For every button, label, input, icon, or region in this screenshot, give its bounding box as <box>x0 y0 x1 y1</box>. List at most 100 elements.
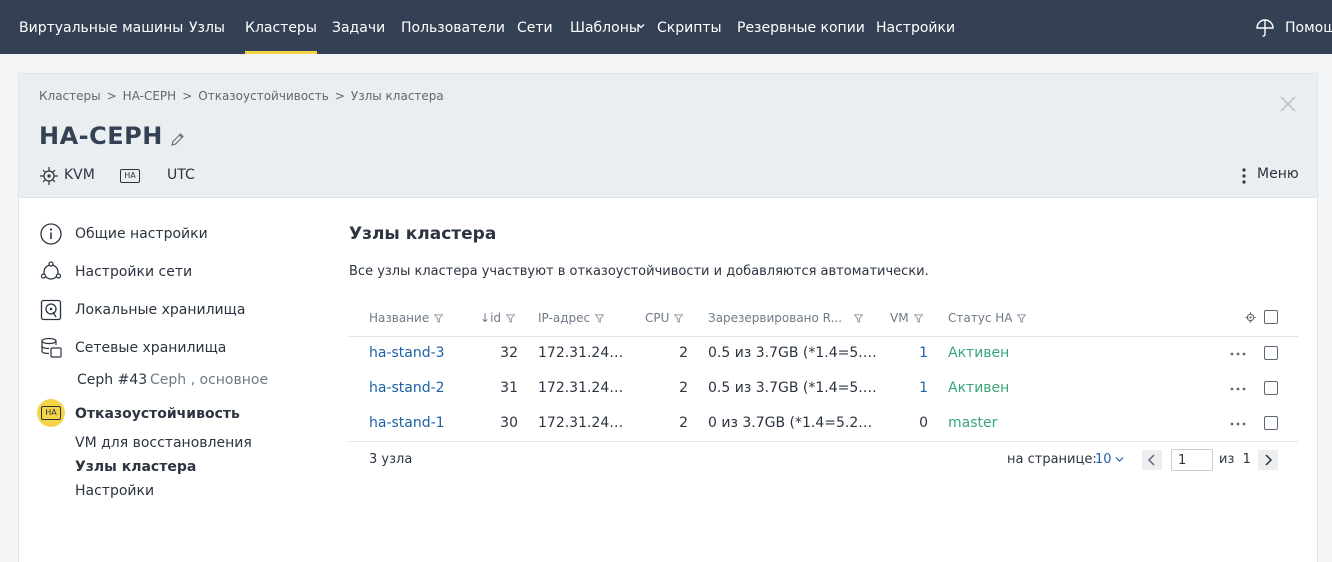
storage-ceph-desc: Ceph , основное <box>150 372 269 388</box>
help-link[interactable]: Помощь <box>1285 0 1332 56</box>
column-label: id <box>490 311 502 325</box>
filter-icon[interactable] <box>1017 314 1027 323</box>
node-reserved: 0 из 3.7GB (*1.4=5.2… <box>708 415 873 431</box>
sidebar-item-label: Настройки сети <box>75 264 193 280</box>
nav-item-vms[interactable]: Виртуальные машины <box>19 0 183 54</box>
node-reserved: 0.5 из 3.7GB (*1.4=5.… <box>708 345 877 361</box>
sidebar-item-label: Локальные хранилища <box>75 302 246 318</box>
sort-desc-icon: ↓ <box>480 311 491 325</box>
row-checkbox[interactable] <box>1264 416 1278 430</box>
nav-item-templates[interactable]: Шаблоны <box>570 0 640 54</box>
sidebar-sub-settings[interactable]: Настройки <box>75 483 154 499</box>
column-header-vm[interactable]: VM <box>890 311 923 325</box>
per-page-select[interactable]: 10 <box>1095 452 1112 467</box>
chevron-left-icon <box>1147 454 1155 466</box>
node-id: 30 <box>500 415 518 431</box>
row-menu-icon[interactable] <box>1230 422 1246 426</box>
nav-item-settings[interactable]: Настройки <box>876 0 955 54</box>
node-name-link[interactable]: ha-stand-3 <box>369 345 445 361</box>
node-id: 31 <box>500 380 518 396</box>
nav-item-users[interactable]: Пользователи <box>401 0 505 54</box>
node-ha-status: master <box>948 415 998 431</box>
column-header-id[interactable]: ↓id <box>480 311 516 325</box>
page-title: HA-CEPH <box>39 122 163 150</box>
of-label: из <box>1219 452 1235 467</box>
chevron-right-icon <box>1265 454 1273 466</box>
node-ha-status: Активен <box>948 345 1010 361</box>
column-label: Название <box>369 311 430 325</box>
row-checkbox[interactable] <box>1264 381 1278 395</box>
column-label: Зарезервировано R... <box>708 311 843 325</box>
next-page-button[interactable] <box>1258 450 1278 470</box>
filter-icon[interactable] <box>506 314 516 323</box>
node-name-link[interactable]: ha-stand-1 <box>369 415 445 431</box>
breadcrumb-clusters[interactable]: Кластеры <box>39 89 101 103</box>
row-menu-icon[interactable] <box>1230 387 1246 391</box>
node-id: 32 <box>500 345 518 361</box>
page-number-input[interactable] <box>1171 449 1213 471</box>
nav-item-clusters[interactable]: Кластеры <box>245 0 317 54</box>
umbrella-icon[interactable] <box>1255 18 1275 38</box>
top-nav: Виртуальные машины Узлы Кластеры Задачи … <box>0 0 1332 54</box>
per-page-label: на странице: <box>1007 452 1097 467</box>
sidebar-item-label: Общие настройки <box>75 226 208 242</box>
column-header-reserved[interactable]: Зарезервировано R... <box>708 311 864 325</box>
menu-label: Меню <box>1257 166 1299 182</box>
column-header-name[interactable]: Название <box>369 311 444 325</box>
breadcrumb-cluster[interactable]: HA-CEPH <box>123 89 177 103</box>
footer-divider <box>349 441 1298 442</box>
nav-item-networks[interactable]: Сети <box>517 0 553 54</box>
column-header-cpu[interactable]: CPU <box>645 311 684 325</box>
section-description: Все узлы кластера участвуют в отказоусто… <box>349 264 929 279</box>
filter-icon[interactable] <box>913 314 923 323</box>
cluster-card: Кластеры > HA-CEPH > Отказоустойчивость > Узлы… <box>18 73 1318 562</box>
nav-item-tasks[interactable]: Задачи <box>332 0 385 54</box>
node-vm-count[interactable]: 1 <box>899 345 928 361</box>
gear-icon[interactable] <box>1245 312 1256 323</box>
kebab-icon <box>1242 168 1246 184</box>
column-label: Статус HA <box>948 311 1013 325</box>
sidebar-sub-cluster-nodes[interactable]: Узлы кластера <box>75 459 196 475</box>
ha-icon-label: HA <box>41 406 61 420</box>
column-label: IP-адрес <box>538 311 591 325</box>
row-checkbox[interactable] <box>1264 346 1278 360</box>
column-header-ha-status[interactable]: Статус HA <box>948 311 1027 325</box>
chevron-down-icon[interactable] <box>637 22 645 30</box>
node-cpu: 2 <box>679 380 688 396</box>
row-menu-icon[interactable] <box>1230 352 1246 356</box>
node-name-link[interactable]: ha-stand-2 <box>369 380 445 396</box>
close-icon[interactable] <box>1279 95 1297 113</box>
node-ha-status: Активен <box>948 380 1010 396</box>
breadcrumb-current: Узлы кластера <box>350 89 444 103</box>
filter-icon[interactable] <box>674 314 684 323</box>
node-ip: 172.31.24… <box>538 415 624 431</box>
nav-item-scripts[interactable]: Скрипты <box>657 0 722 54</box>
node-ip: 172.31.24… <box>538 345 624 361</box>
page-of-label: из 1 <box>1219 452 1251 467</box>
node-vm-count: 0 <box>919 415 928 431</box>
section-title: Узлы кластера <box>349 224 497 244</box>
breadcrumb: Кластеры > HA-CEPH > Отказоустойчивость > Узлы… <box>39 89 444 103</box>
filter-icon[interactable] <box>434 314 444 323</box>
filter-icon[interactable] <box>854 314 864 323</box>
chevron-down-icon[interactable] <box>1115 456 1124 463</box>
timezone-label: UTC <box>167 167 195 183</box>
total-pages: 1 <box>1242 452 1251 467</box>
header-divider <box>349 336 1298 337</box>
column-label: CPU <box>645 311 670 325</box>
sidebar-item-label: Сетевые хранилища <box>75 340 227 356</box>
node-reserved: 0.5 из 3.7GB (*1.4=5.… <box>708 380 877 396</box>
nav-item-nodes[interactable]: Узлы <box>189 0 225 54</box>
column-header-ip[interactable]: IP-адрес <box>538 311 605 325</box>
select-all-checkbox[interactable] <box>1264 310 1278 324</box>
nav-item-backups[interactable]: Резервные копии <box>737 0 865 54</box>
pencil-icon[interactable] <box>170 132 185 147</box>
filter-icon[interactable] <box>595 314 605 323</box>
sidebar-sub-vm-recovery[interactable]: VM для восстановления <box>75 435 252 451</box>
prev-page-button[interactable] <box>1142 450 1162 470</box>
cluster-header: Кластеры > HA-CEPH > Отказоустойчивость > Узлы… <box>19 74 1317 198</box>
breadcrumb-ha[interactable]: Отказоустойчивость <box>198 89 329 103</box>
node-vm-count[interactable]: 1 <box>899 380 928 396</box>
storage-ceph-name[interactable]: Ceph #43 <box>77 372 147 388</box>
nodes-count: 3 узла <box>369 452 413 467</box>
